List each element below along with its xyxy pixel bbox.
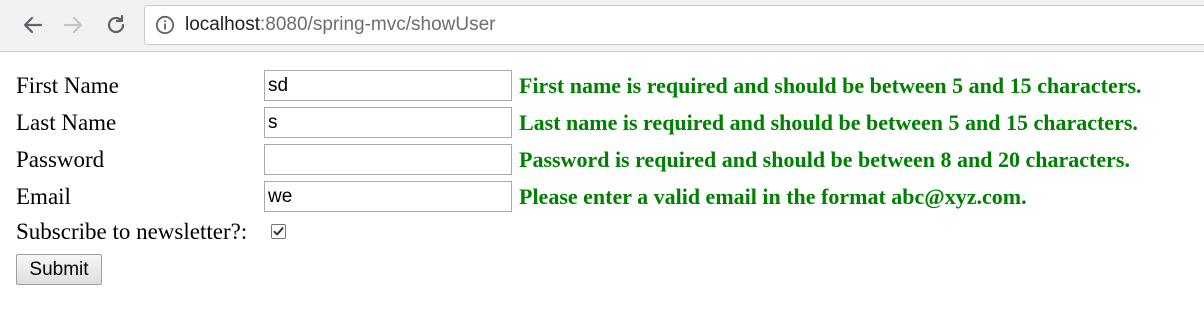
checkmark-icon	[273, 227, 284, 236]
address-bar[interactable]: localhost:8080/spring-mvc/showUser	[144, 5, 1204, 45]
forward-arrow-icon	[63, 16, 83, 34]
password-error: Password is required and should be betwe…	[519, 147, 1130, 172]
url-text[interactable]: localhost:8080/spring-mvc/showUser	[185, 6, 495, 44]
forward-button[interactable]	[58, 10, 88, 40]
password-input[interactable]	[264, 144, 512, 175]
reload-icon	[107, 14, 125, 34]
url-path: :8080/spring-mvc/showUser	[260, 14, 496, 35]
url-host: localhost	[185, 14, 260, 35]
reload-button[interactable]	[101, 10, 131, 40]
first-name-label: First Name	[16, 73, 119, 98]
submit-button[interactable]: Submit	[16, 254, 102, 285]
info-icon[interactable]	[155, 15, 175, 35]
email-label: Email	[16, 184, 71, 209]
subscribe-checkbox[interactable]	[271, 224, 286, 239]
browser-toolbar: localhost:8080/spring-mvc/showUser	[0, 0, 1204, 52]
first-name-input[interactable]: sd	[264, 70, 512, 101]
last-name-label: Last Name	[16, 110, 117, 135]
back-arrow-icon	[23, 16, 43, 34]
email-input[interactable]: we	[264, 181, 512, 212]
back-button[interactable]	[18, 10, 48, 40]
subscribe-label: Subscribe to newsletter?:	[16, 219, 248, 244]
last-name-error: Last name is required and should be betw…	[519, 110, 1138, 135]
last-name-input[interactable]: s	[264, 107, 512, 138]
email-error: Please enter a valid email in the format…	[519, 184, 1027, 209]
first-name-error: First name is required and should be bet…	[519, 73, 1142, 98]
password-label: Password	[16, 147, 105, 172]
